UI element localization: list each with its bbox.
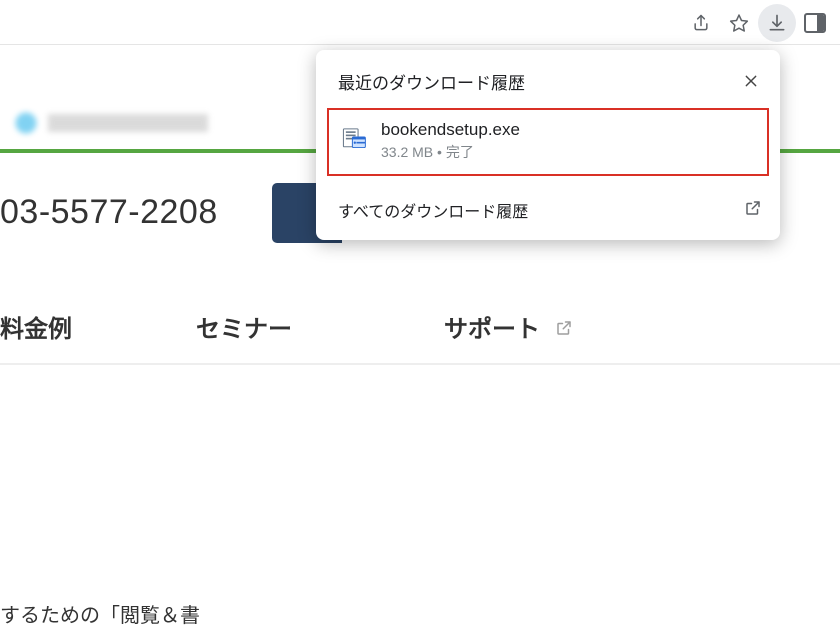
installer-file-icon — [341, 124, 367, 150]
side-panel-icon[interactable] — [796, 4, 834, 42]
phone-number: 03-5577-2208 — [0, 193, 218, 232]
share-icon[interactable] — [682, 4, 720, 42]
star-icon[interactable] — [720, 4, 758, 42]
all-downloads-link[interactable]: すべてのダウンロード履歴 — [316, 184, 780, 240]
downloads-popup: 最近のダウンロード履歴 bookendsetup.exe 33.2 MB • 完… — [316, 50, 780, 240]
download-item[interactable]: bookendsetup.exe 33.2 MB • 完了 — [327, 108, 769, 176]
nav-item-support[interactable]: サポート — [444, 309, 573, 344]
body-text-snippet: するための「閲覧＆書 — [0, 599, 200, 628]
site-logo — [14, 107, 210, 139]
close-button[interactable] — [736, 66, 766, 96]
open-in-new-icon — [744, 199, 762, 222]
download-filename: bookendsetup.exe — [381, 120, 755, 140]
nav-item-pricing[interactable]: 料金例 — [0, 309, 72, 344]
browser-toolbar — [0, 0, 840, 45]
nav-divider — [0, 363, 840, 365]
download-status: 33.2 MB • 完了 — [381, 142, 755, 162]
external-link-icon — [555, 316, 573, 344]
downloads-popup-title: 最近のダウンロード履歴 — [338, 69, 525, 94]
nav-item-support-label: サポート — [444, 316, 540, 343]
nav-item-seminar[interactable]: セミナー — [196, 309, 292, 344]
downloads-icon[interactable] — [758, 4, 796, 42]
all-downloads-label: すべてのダウンロード履歴 — [338, 198, 528, 222]
